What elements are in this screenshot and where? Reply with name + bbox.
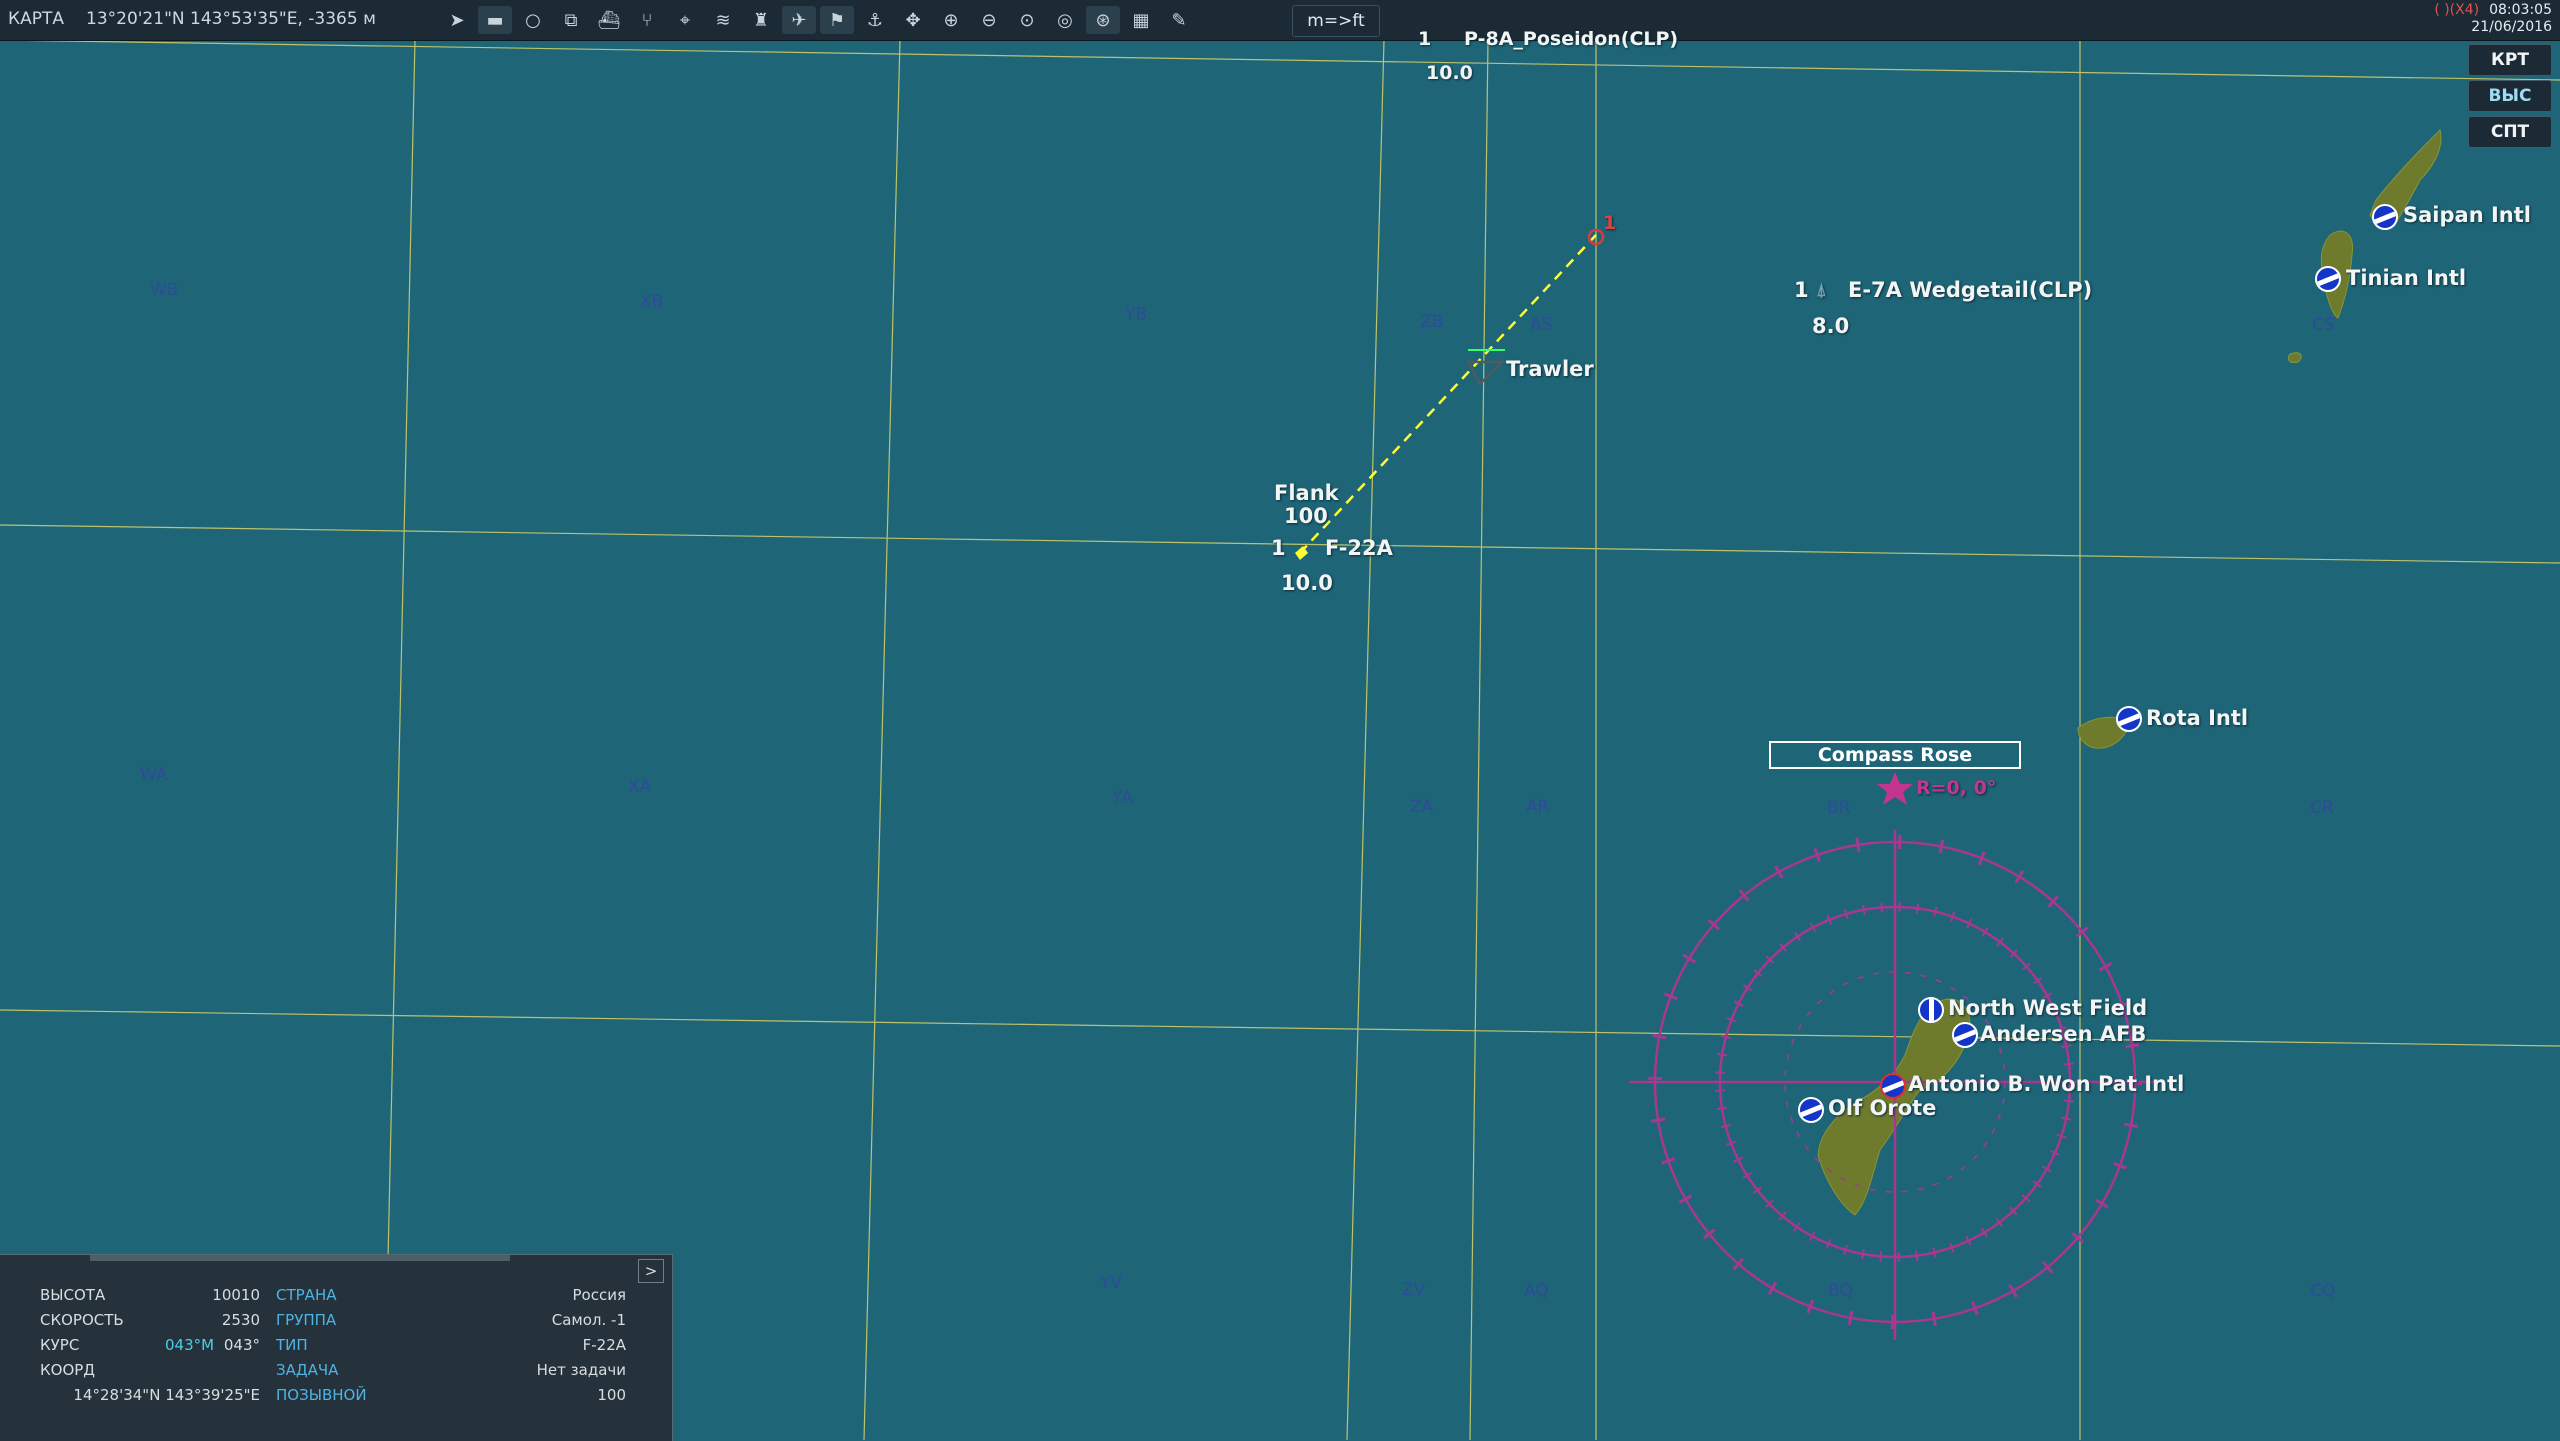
grid-label: YB — [1125, 305, 1148, 325]
globe-icon[interactable]: ⊛ — [1086, 6, 1120, 34]
airfield-icon[interactable] — [1918, 997, 1944, 1023]
zoom-in-icon[interactable]: ⊕ — [934, 6, 968, 34]
radar-icon[interactable]: ◎ — [1048, 6, 1082, 34]
info-value: Россия — [572, 1286, 627, 1304]
target-icon[interactable]: ⌖ — [668, 6, 702, 34]
map-button[interactable]: КРТ — [2468, 44, 2552, 76]
unit-altitude: 8.0 — [1812, 314, 1850, 338]
grid-label: ZV — [1402, 1280, 1426, 1300]
panel-scrollbar[interactable] — [90, 1255, 510, 1261]
tower-icon[interactable]: ♜ — [744, 6, 778, 34]
info-key: КООРД — [40, 1361, 96, 1379]
satellite-button[interactable]: СПТ — [2468, 116, 2552, 148]
info-value: 10010 — [212, 1286, 260, 1304]
unit-count: 1 — [1794, 278, 1809, 302]
zoom-out-icon[interactable]: ⊖ — [972, 6, 1006, 34]
zoom-fit-icon[interactable]: ⊙ — [1010, 6, 1044, 34]
grid-label: AS — [1530, 315, 1553, 335]
grid-label: AQ — [1524, 1281, 1549, 1301]
info-value: 2530 — [221, 1311, 260, 1329]
tool-row: ➤ ▬ ○ ⧉ ⛴ ⑂ ⌖ ≋ ♜ ✈ ⚑ ⚓ ✥ ⊕ ⊖ ⊙ ◎ ⊛ ▦ ✎ — [440, 6, 1196, 34]
airfield-label-andersen[interactable]: Andersen AFB — [1980, 1022, 2146, 1046]
units-toggle-button[interactable]: m=>ft — [1292, 5, 1380, 37]
aircraft-icon: ⍋ — [1816, 280, 1827, 301]
date: 21/06/2016 — [2471, 19, 2552, 35]
ship-icon[interactable]: ⛴ — [592, 6, 626, 34]
airfield-icon[interactable] — [2372, 204, 2398, 230]
time: 08:03:05 — [2489, 2, 2552, 18]
top-toolbar: КАРТА 13°20'21"N 143°53'35"E, -3365 м ➤ … — [0, 0, 2560, 41]
airfield-icon[interactable] — [2315, 266, 2341, 292]
grid-label: CQ — [2310, 1281, 2336, 1301]
flank-value: 100 — [1284, 504, 1328, 528]
unit-label-f22[interactable]: F-22A — [1325, 536, 1393, 560]
navigate-icon[interactable]: ➤ — [440, 6, 474, 34]
info-value: Самол. -1 — [551, 1311, 626, 1329]
circle-icon[interactable]: ○ — [516, 6, 550, 34]
info-value: 100 — [597, 1386, 626, 1404]
flank-title: Flank — [1274, 481, 1339, 505]
map-mode-title: КАРТА — [8, 9, 64, 29]
unit-label-p8[interactable]: P-8A_Poseidon(CLP) — [1464, 28, 1678, 50]
coordinates-value: 14°28'34"N 143°39'25"E — [73, 1386, 260, 1404]
grid-label: BR — [1827, 798, 1851, 818]
grid-label: CS — [2312, 315, 2335, 335]
grid-label: WB — [150, 280, 179, 300]
aircraft-label-icon[interactable]: ✈ — [782, 6, 816, 34]
ground-label-icon[interactable]: ⚑ — [820, 6, 854, 34]
ruler-icon[interactable]: ▬ — [478, 6, 512, 34]
grid-label: CR — [2310, 798, 2334, 818]
grid-icon[interactable]: ▦ — [1124, 6, 1158, 34]
airfield-label-antonio[interactable]: Antonio B. Won Pat Intl — [1908, 1072, 2184, 1096]
pan-icon[interactable]: ✥ — [896, 6, 930, 34]
airfield-icon[interactable] — [2116, 706, 2142, 732]
grid-label: XA — [628, 777, 652, 797]
grid-label: ZA — [1410, 797, 1434, 817]
grid-label: AR — [1526, 797, 1550, 817]
pencil-icon[interactable]: ✎ — [1162, 6, 1196, 34]
unit-count: 1 — [1271, 536, 1286, 560]
airfield-label-olf-orote[interactable]: Olf Orote — [1828, 1096, 1936, 1120]
info-value: F-22A — [582, 1336, 626, 1354]
unit-label-trawler[interactable]: Trawler — [1506, 357, 1594, 381]
grid-label: BQ — [1828, 1281, 1854, 1301]
bullseye-label: R=0, 0° — [1916, 777, 1997, 799]
cursor-coordinates: 13°20'21"N 143°53'35"E, -3365 м — [86, 9, 376, 29]
unit-info-panel: > ВЫСОТА 10010 СТРАНА Россия СКОРОСТЬ 25… — [0, 1254, 673, 1441]
expand-panel-button[interactable]: > — [638, 1259, 664, 1283]
airfield-label-north-west[interactable]: North West Field — [1948, 996, 2147, 1020]
route-icon[interactable]: ⑂ — [630, 6, 664, 34]
grid-label: YA — [1112, 788, 1133, 808]
altitude-button[interactable]: ВЫС — [2468, 80, 2552, 112]
waypoint-number: 1 — [1603, 212, 1617, 234]
grid-label: WA — [140, 765, 168, 785]
naval-label-icon[interactable]: ⚓ — [858, 6, 892, 34]
airfield-label-tinian[interactable]: Tinian Intl — [2346, 266, 2466, 290]
layers-icon[interactable]: ⧉ — [554, 6, 588, 34]
unit-altitude: 10.0 — [1426, 62, 1473, 84]
warning-indicator: ( )(X4) — [2434, 2, 2480, 18]
wifi-icon[interactable]: ≋ — [706, 6, 740, 34]
unit-altitude: 10.0 — [1281, 571, 1333, 595]
airfield-label-saipan[interactable]: Saipan Intl — [2403, 203, 2531, 227]
grid-label: ZB — [1420, 312, 1444, 332]
clock: ( )(X4) 08:03:05 21/06/2016 — [2434, 2, 2552, 36]
info-value: Нет задачи — [536, 1361, 626, 1379]
info-value: 043° — [223, 1336, 260, 1354]
grid-label: YV — [1100, 1273, 1123, 1293]
airfield-icon[interactable] — [1952, 1022, 1978, 1048]
compass-rose-label[interactable]: Compass Rose — [1769, 741, 2021, 769]
airfield-icon[interactable] — [1798, 1097, 1824, 1123]
unit-count: 1 — [1418, 28, 1432, 50]
grid-label: XB — [640, 292, 664, 312]
unit-label-e7[interactable]: E-7A Wedgetail(CLP) — [1848, 278, 2092, 302]
airfield-label-rota[interactable]: Rota Intl — [2146, 706, 2248, 730]
